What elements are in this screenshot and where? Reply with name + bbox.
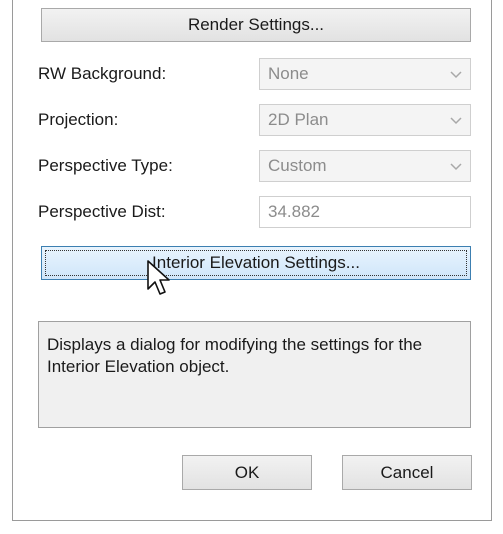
perspective-dist-label: Perspective Dist: xyxy=(38,202,166,221)
interior-elevation-settings-button[interactable]: Interior Elevation Settings... xyxy=(41,246,471,280)
perspective-type-value: Custom xyxy=(268,156,327,175)
rw-background-select[interactable]: None xyxy=(259,58,471,90)
chevron-down-icon xyxy=(450,71,462,79)
projection-label: Projection: xyxy=(38,110,119,129)
ok-button[interactable]: OK xyxy=(182,455,312,490)
perspective-type-label: Perspective Type: xyxy=(38,156,173,175)
perspective-dist-input[interactable]: 34.882 xyxy=(259,196,471,228)
projection-select[interactable]: 2D Plan xyxy=(259,104,471,136)
rw-background-value: None xyxy=(268,64,309,83)
interior-elevation-settings-label: Interior Elevation Settings... xyxy=(152,253,360,272)
chevron-down-icon xyxy=(450,117,462,125)
perspective-dist-value: 34.882 xyxy=(268,202,320,221)
perspective-type-select[interactable]: Custom xyxy=(259,150,471,182)
chevron-down-icon xyxy=(450,163,462,171)
projection-value: 2D Plan xyxy=(268,110,329,129)
description-box: Displays a dialog for modifying the sett… xyxy=(38,321,471,428)
render-settings-button[interactable]: Render Settings... xyxy=(41,8,471,42)
cancel-button[interactable]: Cancel xyxy=(342,455,472,490)
rw-background-label: RW Background: xyxy=(38,64,167,83)
